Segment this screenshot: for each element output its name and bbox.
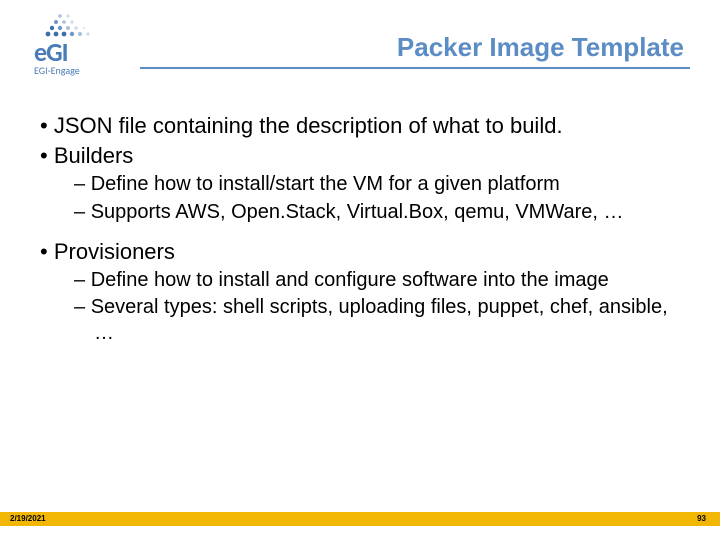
logo: eGI EGI-Engage (30, 18, 120, 78)
bullet-l2: Define how to install and configure soft… (30, 268, 682, 294)
bullet-l1: Builders (30, 142, 682, 170)
footer-date: 2/19/2021 (10, 512, 46, 526)
footer-bar (0, 512, 720, 526)
bullet-l2: Several types: shell scripts, uploading … (30, 295, 682, 346)
bullet-l2: Define how to install/start the VM for a… (30, 172, 682, 198)
content: JSON file containing the description of … (30, 88, 690, 346)
slide-title: Packer Image Template (140, 18, 690, 69)
slide: eGI EGI-Engage Packer Image Template JSO… (0, 0, 720, 540)
header: eGI EGI-Engage Packer Image Template (30, 18, 690, 78)
bullet-l2: Supports AWS, Open.Stack, Virtual.Box, q… (30, 200, 682, 226)
bullet-l1: JSON file containing the description of … (30, 112, 682, 140)
logo-subtext: EGI-Engage (34, 64, 80, 77)
bullet-l1: Provisioners (30, 238, 682, 266)
footer-page-number: 93 (697, 512, 706, 526)
